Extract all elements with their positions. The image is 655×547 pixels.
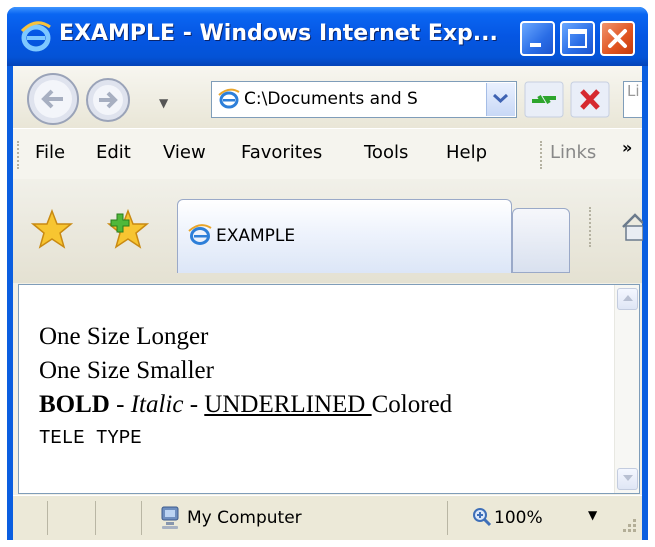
tab-label: EXAMPLE [216,226,296,246]
chevron-more-icon[interactable]: » [622,138,632,157]
address-dropdown-button[interactable] [486,83,515,116]
arrow-down-icon [623,475,633,481]
zoom-dropdown-icon[interactable]: ▼ [588,508,597,522]
tab-example[interactable]: EXAMPLE [177,199,512,273]
browser-window: EXAMPLE - Windows Internet Exp... ▼ C:\D… [7,7,648,540]
security-zone[interactable]: My Computer [187,508,302,528]
status-divider [447,501,448,535]
search-input[interactable]: Li [623,81,642,118]
resize-grip-icon[interactable] [616,514,638,536]
refresh-icon[interactable] [524,81,564,118]
chevron-down-icon [492,93,509,104]
ie-page-icon [218,88,240,109]
back-icon[interactable] [25,71,81,127]
links-grip[interactable] [540,141,544,169]
toolbar-grip[interactable] [17,141,21,169]
vertical-scrollbar[interactable] [614,285,639,493]
page-content: One Size Longer One Size Smaller BOLD - … [19,285,615,493]
navigation-bar: ▼ C:\Documents and S Li [13,66,642,128]
my-computer-icon [161,506,179,529]
text-style-line: BOLD - Italic - UNDERLINED Colored [39,391,452,419]
menu-favorites[interactable]: Favorites [241,142,322,163]
separator: - [109,391,131,418]
home-icon[interactable] [621,209,643,245]
zoom-icon[interactable] [472,507,492,527]
menu-tools[interactable]: Tools [364,142,408,163]
maximize-button[interactable] [560,21,595,56]
bold-text: BOLD [39,391,110,418]
menu-bar: File Edit View Favorites Tools Help Link… [13,128,642,180]
status-divider [95,501,96,535]
status-divider [141,501,142,535]
colored-text: Colored [371,391,453,418]
close-button[interactable] [600,21,635,56]
menu-view[interactable]: View [163,142,206,163]
page-viewport: One Size Longer One Size Smaller BOLD - … [18,284,640,494]
underlined-text: UNDERLINED [204,391,372,418]
history-dropdown-icon[interactable]: ▼ [159,96,168,110]
italic-text: Italic [130,391,184,418]
scroll-up-button[interactable] [617,288,638,310]
separator: - [183,391,205,418]
maximize-icon [568,29,587,48]
tab-bar: EXAMPLE [13,179,643,283]
arrow-up-icon [623,295,633,301]
forward-icon[interactable] [85,77,131,123]
scroll-down-button[interactable] [617,468,638,490]
text-one-size-longer: One Size Longer [39,323,209,350]
close-icon [608,29,627,48]
ie-page-icon [188,224,212,245]
ie-logo-icon [20,21,51,52]
zoom-level[interactable]: 100% [494,508,543,528]
teletype-text: TELE TYPE [39,427,142,449]
minimize-button[interactable] [520,21,555,56]
new-tab-button[interactable] [512,208,570,273]
browser-client: ▼ C:\Documents and S Li File Edit View F… [13,66,643,540]
add-favorites-icon[interactable] [107,208,149,250]
menu-help[interactable]: Help [446,142,487,163]
text-one-size-smaller: One Size Smaller [39,357,214,384]
stop-icon[interactable] [570,81,610,118]
status-bar: My Computer 100% ▼ [13,495,642,540]
menu-edit[interactable]: Edit [96,142,131,163]
window-title: EXAMPLE - Windows Internet Exp... [59,21,498,46]
minimize-icon [530,43,541,47]
toolbar-grip[interactable] [589,207,593,247]
favorites-star-icon[interactable] [31,208,73,250]
title-bar[interactable]: EXAMPLE - Windows Internet Exp... [7,7,648,66]
links-toolbar[interactable]: Links [550,142,596,163]
address-bar[interactable]: C:\Documents and S [211,81,517,118]
menu-file[interactable]: File [35,142,65,163]
address-input[interactable]: C:\Documents and S [244,89,480,109]
status-divider [47,501,48,535]
